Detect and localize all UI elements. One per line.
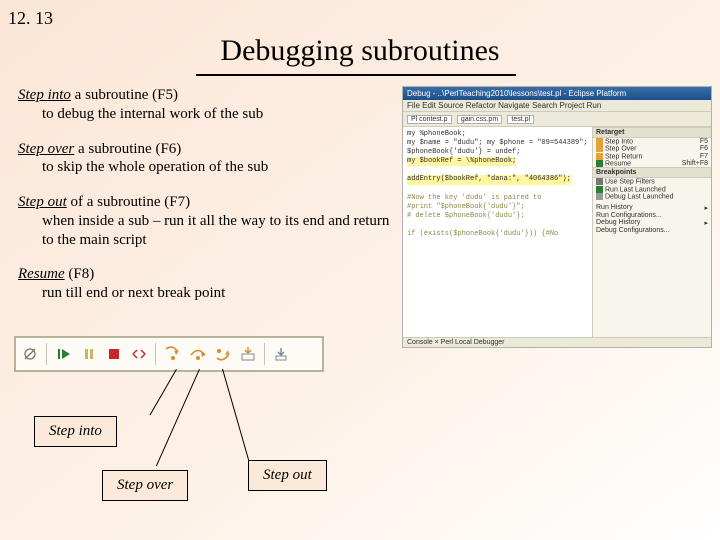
- callout-step-out: Step out: [248, 460, 327, 491]
- ide-menubar: File Edit Source Refactor Navigate Searc…: [403, 100, 711, 112]
- debug-menu-item[interactable]: Debug History▸: [593, 219, 711, 227]
- ide-tabrow: Pl contest.p gain.css.pm test.pl: [403, 112, 711, 127]
- retarget-header: Retarget: [593, 127, 711, 138]
- callout-line: [156, 369, 200, 466]
- slide: 12. 13 Debugging subroutines Step into a…: [0, 0, 720, 540]
- toolbar-separator: [46, 343, 47, 365]
- step-out-lead: of a subroutine: [67, 194, 164, 210]
- code-line: my %phoneBook;: [407, 130, 588, 139]
- step-over-lead: a subroutine: [74, 141, 155, 157]
- code-line: addEntry($bookRef, "dana:", "4064386");: [407, 175, 571, 184]
- debug-menu-item[interactable]: Step OverF6: [593, 145, 711, 152]
- debug-toolbar: [14, 336, 324, 372]
- callout-line: [150, 369, 177, 415]
- debug-menu-item[interactable]: Debug Last Launched: [593, 193, 711, 200]
- step-out-name: Step out: [18, 194, 67, 210]
- slide-title: Debugging subroutines: [0, 34, 720, 68]
- debug-menu-item[interactable]: Use Step Filters: [593, 178, 711, 185]
- resume-desc: run till end or next break point: [18, 284, 394, 303]
- body-text: Step into a subroutine (F5) to debug the…: [18, 86, 394, 319]
- debug-menu-item[interactable]: Run Last Launched: [593, 186, 711, 193]
- step-into-name: Step into: [18, 87, 71, 103]
- code-line: # delete $phoneBook{'dudu'};: [407, 212, 588, 221]
- step-over-name: Step over: [18, 141, 74, 157]
- callout-step-over: Step over: [102, 470, 188, 501]
- ide-editor: my %phoneBook; my $name = "dudu"; my $ph…: [403, 127, 593, 337]
- callout-line: [222, 369, 252, 471]
- step-over-icon[interactable]: [188, 345, 207, 363]
- resume-name: Resume: [18, 266, 65, 282]
- toolbar-separator: [155, 343, 156, 365]
- toolbar-separator: [264, 343, 265, 365]
- debug-menu-item[interactable]: Run History▸: [593, 204, 711, 212]
- step-over-key: (F6): [155, 141, 181, 157]
- code-line: if (exists($phoneBook{'dudu'})) {#No: [407, 230, 588, 239]
- step-over-block: Step over a subroutine (F6) to skip the …: [18, 140, 394, 178]
- step-out-key: (F7): [164, 194, 190, 210]
- ide-tab[interactable]: Pl contest.p: [407, 115, 452, 124]
- ide-side-panel: Retarget Step IntoF5 Step OverF6 Step Re…: [593, 127, 711, 337]
- debug-menu-item[interactable]: Debug Configurations...: [593, 227, 711, 234]
- step-out-desc: when inside a sub – run it all the way t…: [18, 212, 394, 250]
- page-number: 12. 13: [8, 8, 53, 29]
- breakpoints-header: Breakpoints: [593, 167, 711, 178]
- step-over-desc: to skip the whole operation of the sub: [18, 158, 394, 177]
- ide-titlebar: Debug - ..\PerlTeaching2010\lessons\test…: [403, 87, 711, 100]
- debug-menu-item[interactable]: Step IntoF5: [593, 138, 711, 145]
- step-into-lead: a subroutine: [71, 87, 152, 103]
- ide-tab[interactable]: test.pl: [507, 115, 534, 124]
- debug-menu-item[interactable]: ResumeShift+F8: [593, 160, 711, 167]
- step-into-icon[interactable]: [163, 345, 182, 363]
- step-return-icon[interactable]: [213, 345, 232, 363]
- callout-step-into: Step into: [34, 416, 117, 447]
- code-line: $phoneBook{'dudu'} = undef;: [407, 148, 588, 157]
- ide-console-header: Console × Perl Local Debugger: [403, 337, 711, 347]
- resume-block: Resume (F8) run till end or next break p…: [18, 265, 394, 303]
- step-into-desc: to debug the internal work of the sub: [18, 105, 394, 124]
- resume-icon[interactable]: [54, 345, 73, 363]
- drop-to-frame-icon[interactable]: [238, 345, 257, 363]
- ide-tab[interactable]: gain.css.pm: [457, 115, 502, 124]
- step-filters-icon[interactable]: [272, 345, 291, 363]
- code-line: my $name = "dudu"; my $phone = "09=54438…: [407, 139, 588, 148]
- title-underline: [196, 74, 516, 76]
- resume-key: (F8): [68, 266, 94, 282]
- disconnect-icon[interactable]: [129, 345, 148, 363]
- skip-breakpoints-icon[interactable]: [20, 345, 39, 363]
- debug-menu-item[interactable]: Run Configurations...: [593, 212, 711, 219]
- step-out-block: Step out of a subroutine (F7) when insid…: [18, 193, 394, 249]
- terminate-icon[interactable]: [104, 345, 123, 363]
- step-into-block: Step into a subroutine (F5) to debug the…: [18, 86, 394, 124]
- code-line: #Now the key 'dudu' is paired to: [407, 194, 588, 203]
- code-line: my $bookRef = \%phoneBook;: [407, 157, 516, 166]
- ide-screenshot: Debug - ..\PerlTeaching2010\lessons\test…: [402, 86, 712, 348]
- code-line: #print "$phoneBook{'dudu'}";: [407, 203, 588, 212]
- suspend-icon[interactable]: [79, 345, 98, 363]
- step-into-key: (F5): [152, 87, 178, 103]
- debug-menu-item[interactable]: Step ReturnF7: [593, 153, 711, 160]
